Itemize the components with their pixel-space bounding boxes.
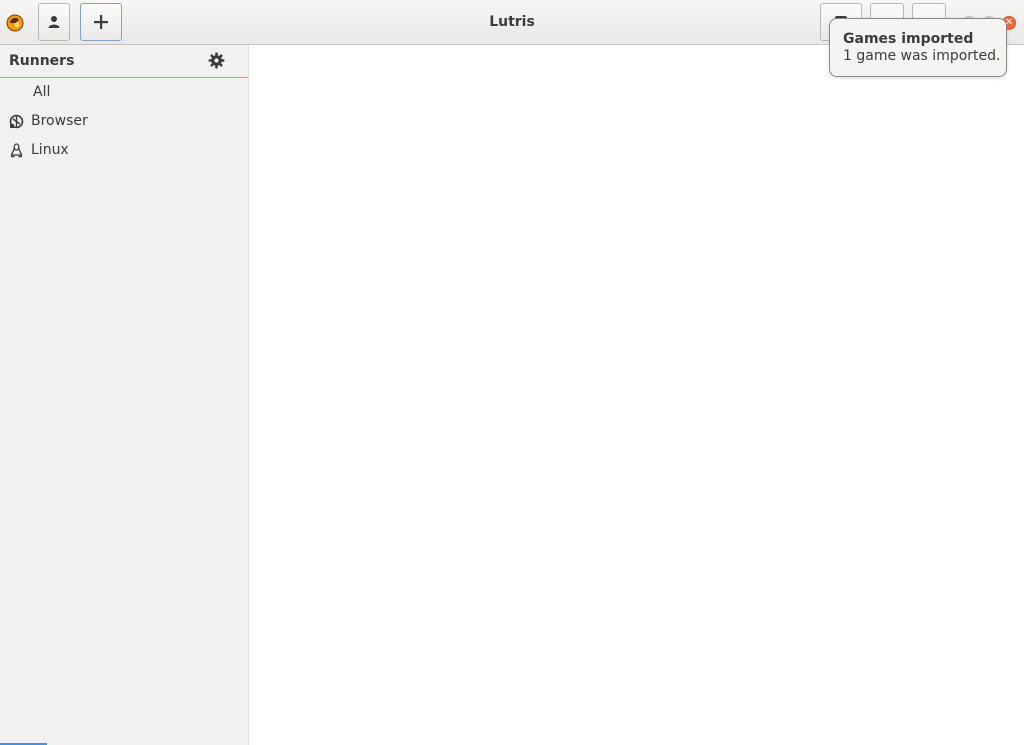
runners-sidebar: Runners All Browser Linux	[0, 45, 249, 745]
lutris-window: Lutris ✕ Runners All Browser Linux Games…	[0, 0, 1024, 745]
gear-icon[interactable]	[208, 52, 225, 69]
notification-popover[interactable]: Games imported 1 game was imported.	[829, 18, 1007, 77]
sidebar-header: Runners	[0, 45, 248, 78]
notification-title: Games imported	[843, 31, 974, 47]
linux-icon	[10, 143, 23, 158]
sidebar-title: Runners	[9, 53, 75, 69]
sidebar-item-label: All	[33, 84, 51, 100]
sidebar-item-label: Browser	[31, 113, 88, 129]
sidebar-item-browser[interactable]: Browser	[0, 107, 248, 136]
sidebar-item-linux[interactable]: Linux	[0, 136, 248, 165]
browser-icon	[9, 114, 24, 129]
sidebar-item-all[interactable]: All	[0, 78, 248, 107]
game-library-view	[249, 45, 1024, 745]
sidebar-item-label: Linux	[31, 142, 69, 158]
notification-body: 1 game was imported.	[843, 48, 1001, 64]
